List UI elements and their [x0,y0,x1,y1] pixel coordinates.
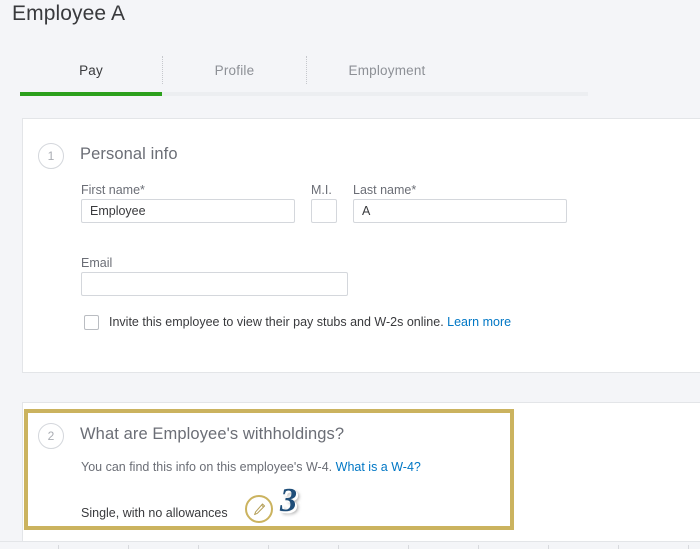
email-input[interactable] [81,272,348,296]
tab-list: Pay Profile Employment [20,48,467,92]
step-number-1-label: 1 [47,149,55,163]
invite-employee-label: Invite this employee to view their pay s… [109,315,444,329]
learn-more-link[interactable]: Learn more [447,315,511,329]
ruler-tick [548,545,549,549]
step-number-2: 2 [38,423,64,449]
ruler-tick [268,545,269,549]
tab-active-underline [20,92,162,96]
ruler-tick [128,545,129,549]
ruler-tick [688,545,689,549]
ruler-tick [338,545,339,549]
step-number-2-label: 2 [47,429,55,443]
middle-initial-label: M.I. [311,183,332,197]
tab-employment[interactable]: Employment [307,48,467,92]
email-label: Email [81,256,113,270]
ruler-tick [198,545,199,549]
tab-employment-label: Employment [348,62,426,78]
page-header: Employee A [0,0,700,46]
tab-profile[interactable]: Profile [163,48,306,92]
withholdings-card: 2 What are Employee's withholdings? You … [22,402,700,542]
first-name-label: First name* [81,183,145,197]
app-root: Employee A Pay Profile Employment 1 Pers… [0,0,700,549]
withholdings-current-value: Single, with no allowances [81,506,228,520]
invite-employee-text-row: Invite this employee to view their pay s… [109,315,511,329]
personal-info-card: 1 Personal info First name* M.I. Last na… [22,118,700,373]
ruler-tick [408,545,409,549]
step-number-1: 1 [38,143,64,169]
first-name-input[interactable] [81,199,295,223]
withholdings-subtext: You can find this info on this employee'… [81,460,333,474]
invite-employee-checkbox[interactable] [84,315,99,330]
withholdings-heading: What are Employee's withholdings? [80,425,345,443]
what-is-a-w4-link[interactable]: What is a W-4? [336,460,421,474]
middle-initial-input[interactable] [311,199,337,223]
tab-pay-label: Pay [79,62,103,78]
personal-info-heading: Personal info [80,145,178,163]
last-name-input[interactable] [353,199,567,223]
pencil-icon [253,502,265,515]
last-name-label: Last name* [353,183,417,197]
withholdings-subtext-row: You can find this info on this employee'… [81,460,421,474]
pencil-icon-circle[interactable] [245,495,273,523]
tab-bar: Pay Profile Employment [0,48,700,96]
annotation-step-3: 3 [280,482,297,519]
ruler-tick [58,545,59,549]
page-title: Employee A [12,2,126,25]
left-gutter [0,118,22,548]
tab-profile-label: Profile [214,62,255,78]
ruler-tick [478,545,479,549]
tab-pay[interactable]: Pay [20,48,162,92]
ruler-tick [618,545,619,549]
